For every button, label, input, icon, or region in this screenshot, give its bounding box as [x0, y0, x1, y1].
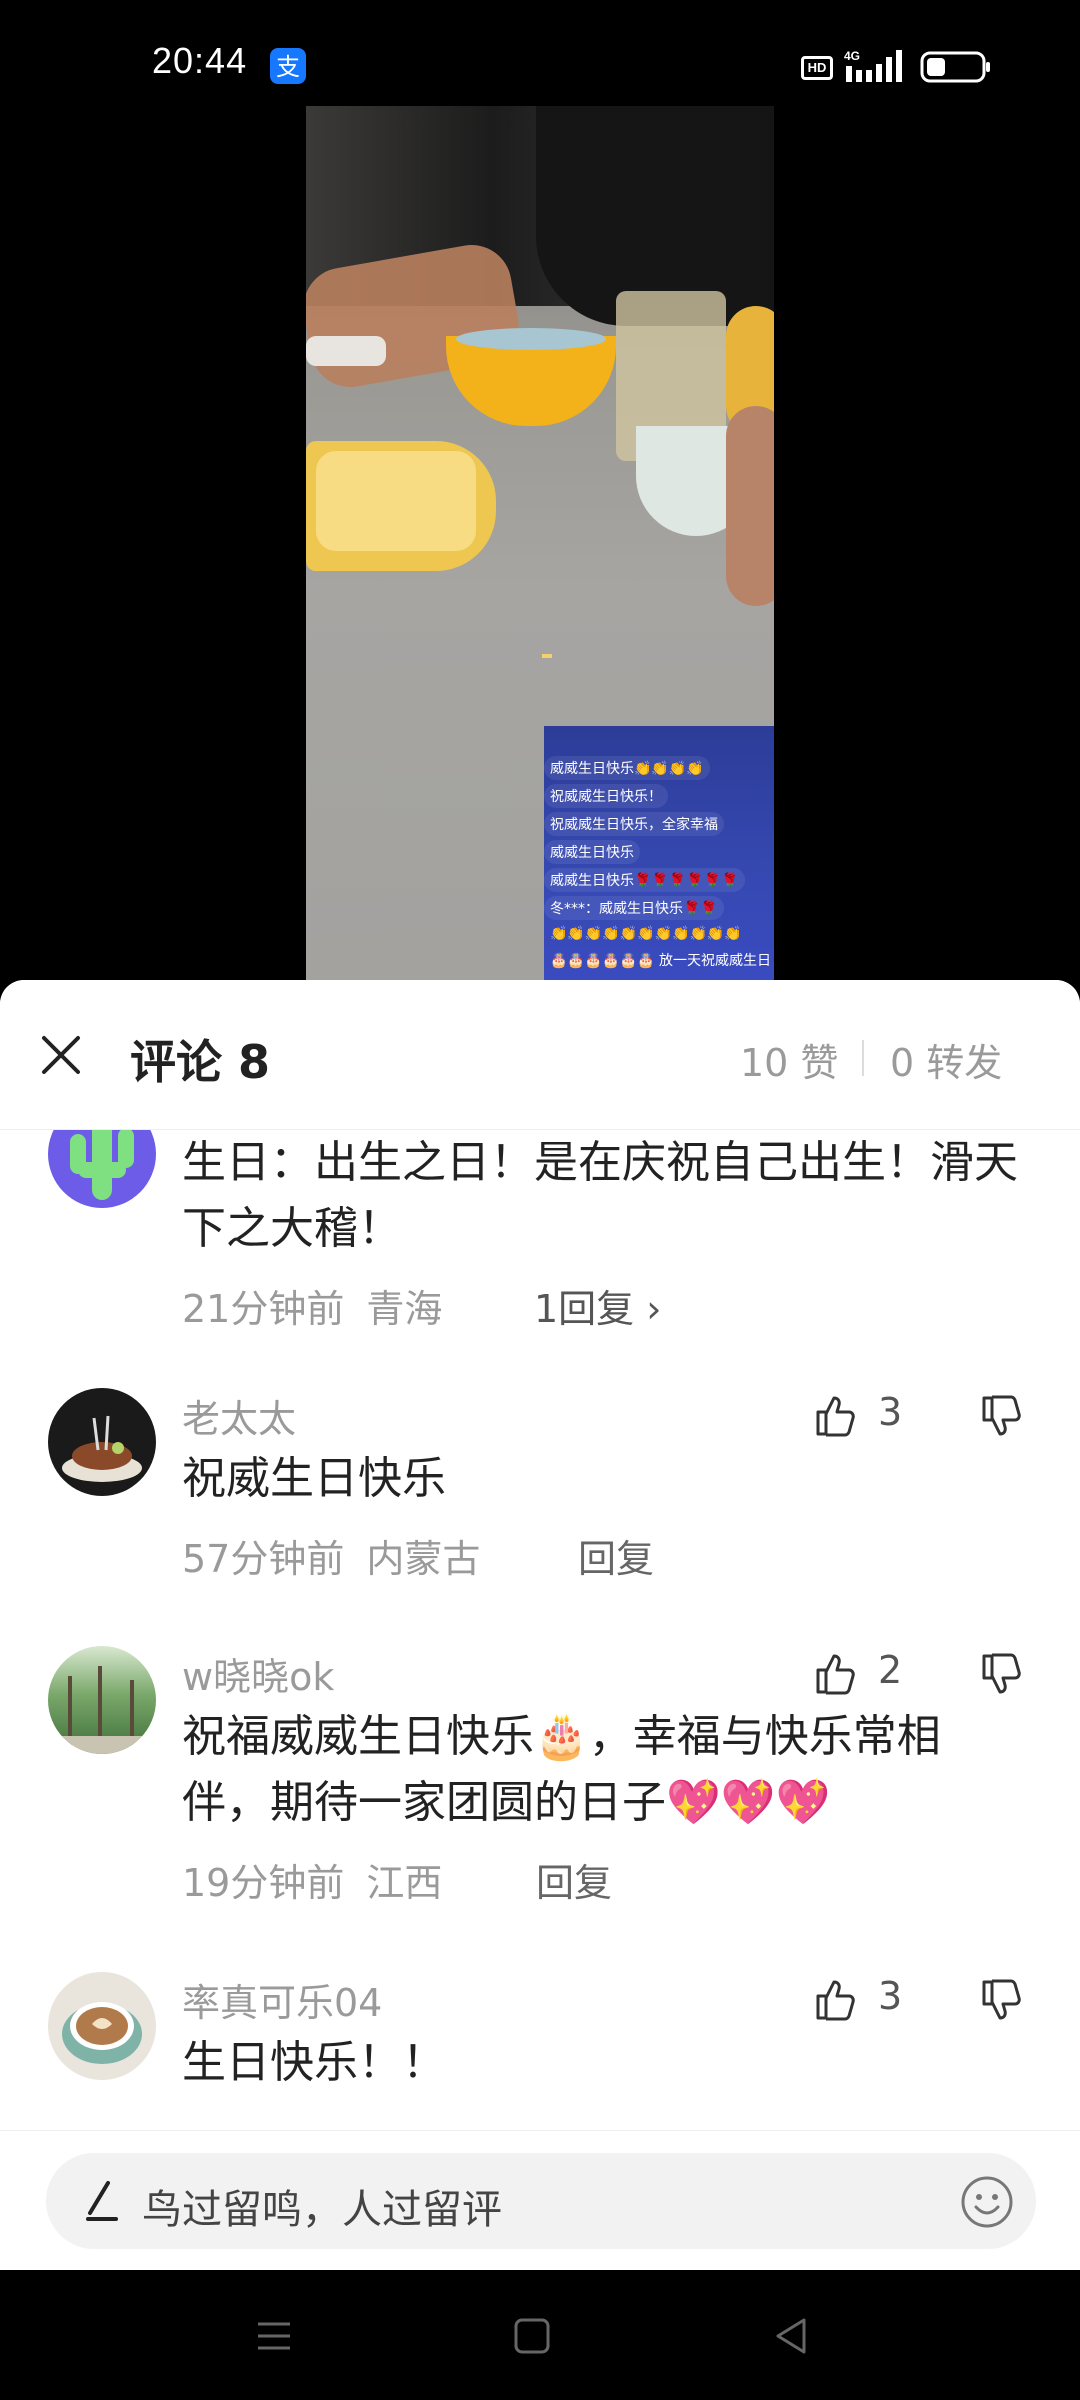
comment-meta: 57分钟前 内蒙古 — [182, 1528, 480, 1583]
hd-icon: HD — [801, 56, 833, 80]
like-button[interactable]: 3 — [812, 1972, 932, 2028]
network-label: 4G — [844, 49, 860, 63]
status-bar: 20:44 支 HD 4G — [0, 0, 1080, 106]
video-scene-shape — [542, 654, 552, 658]
video-scene-shape — [726, 406, 774, 606]
comment-item: 生日：出生之日！是在庆祝自己出生！滑天下之大稽！ 21分钟前 青海 1回复 › — [0, 1130, 1080, 1360]
home-icon[interactable] — [510, 2314, 554, 2358]
dislike-button[interactable] — [978, 1388, 1026, 1444]
avatar[interactable] — [48, 1130, 156, 1208]
comments-header: 评论 8 10 赞 0 转发 — [0, 980, 1080, 1130]
like-button[interactable]: 2 — [812, 1646, 932, 1702]
comment-item: 老太太 3 祝威生日快乐 57分钟前 内蒙古 回复 — [0, 1388, 1080, 1648]
likes-count[interactable]: 10 赞 — [740, 1032, 838, 1087]
danmaku-line: 威威生日快乐 — [544, 840, 640, 864]
comment-item: w晓晓ok 2 祝福威威生日快乐🎂，幸福与快乐常相伴，期待一家团圆的日子💖💖💖 … — [0, 1646, 1080, 1966]
comment-list[interactable]: 生日：出生之日！是在庆祝自己出生！滑天下之大稽！ 21分钟前 青海 1回复 › 老… — [0, 1130, 1080, 2110]
comment-input-placeholder: 鸟过留鸣，人过留评 — [142, 2187, 502, 2233]
dislike-button[interactable] — [978, 1646, 1026, 1702]
comment-input-bar: 鸟过留鸣，人过留评 — [0, 2130, 1080, 2270]
comments-sheet: 评论 8 10 赞 0 转发 生日：出生之日！是在庆祝自己出生！滑天下之大稽！ … — [0, 980, 1080, 2270]
status-time: 20:44 — [152, 40, 248, 81]
thumbs-up-icon — [816, 1980, 855, 2021]
comment-text: 生日：出生之日！是在庆祝自己出生！滑天下之大稽！ — [182, 1137, 1018, 1254]
avatar[interactable] — [48, 1972, 156, 2080]
danmaku-line: 👏👏👏👏👏👏👏👏👏👏👏 — [550, 926, 742, 942]
close-icon[interactable] — [36, 1030, 86, 1080]
menu-icon[interactable] — [252, 2314, 296, 2358]
comment-meta: 21分钟前 青海 — [182, 1278, 442, 1333]
comment-input[interactable]: 鸟过留鸣，人过留评 — [46, 2153, 1036, 2249]
comment-text: 祝威生日快乐 — [182, 1453, 446, 1504]
back-icon[interactable] — [770, 2314, 814, 2358]
like-count: 2 — [878, 1648, 903, 1692]
comment-username[interactable]: w晓晓ok — [182, 1646, 334, 1701]
emoji-icon[interactable] — [960, 2175, 1014, 2229]
thumbs-down-icon — [982, 1653, 1021, 1694]
comment-region: 内蒙古 — [366, 1537, 481, 1581]
comments-title: 评论 8 — [130, 1035, 271, 1089]
comment-text: 生日快乐！！ — [182, 2037, 446, 2088]
danmaku-line: 威威生日快乐🌹🌹🌹🌹🌹🌹 — [544, 868, 745, 892]
danmaku-overlay: 威威生日快乐👏👏👏👏 祝威威生日快乐！ 祝威威生日快乐，全家幸福 威威生日快乐 … — [544, 726, 774, 980]
like-count: 3 — [878, 1390, 903, 1434]
comment-region: 青海 — [366, 1287, 443, 1331]
shares-count[interactable]: 0 转发 — [890, 1032, 1002, 1087]
header-divider — [862, 1040, 864, 1076]
pen-icon — [86, 2181, 118, 2221]
thumbs-up-icon — [816, 1396, 855, 1437]
like-button[interactable]: 3 — [812, 1388, 932, 1444]
danmaku-line: 🎂🎂🎂🎂🎂🎂 放一天祝威威生日 — [550, 953, 772, 969]
reply-button[interactable]: 1回复 › — [534, 1278, 661, 1333]
video-scene-shape — [306, 336, 386, 366]
video-player[interactable]: 威威生日快乐👏👏👏👏 祝威威生日快乐！ 祝威威生日快乐，全家幸福 威威生日快乐 … — [306, 106, 774, 980]
dislike-button[interactable] — [978, 1972, 1026, 2028]
comment-username[interactable]: 老太太 — [182, 1388, 296, 1443]
video-scene-shape — [316, 451, 476, 551]
thumbs-down-icon — [982, 1395, 1021, 1436]
battery-icon — [920, 51, 990, 83]
thumbs-up-icon — [816, 1654, 855, 1695]
comment-meta: 19分钟前 江西 — [182, 1852, 442, 1907]
danmaku-line: 威威生日快乐👏👏👏👏 — [544, 756, 710, 780]
svg-text:支: 支 — [276, 53, 300, 81]
like-count: 3 — [878, 1974, 903, 2018]
comment-text: 祝福威威生日快乐🎂，幸福与快乐常相伴，期待一家团圆的日子💖💖💖 — [182, 1711, 941, 1828]
reply-button[interactable]: 回复 — [578, 1528, 654, 1583]
comment-username[interactable]: 率真可乐04 — [182, 1972, 382, 2027]
reply-button[interactable]: 回复 — [536, 1852, 612, 1907]
comment-time: 21分钟前 — [182, 1287, 345, 1331]
danmaku-line: 祝威威生日快乐，全家幸福 — [544, 812, 724, 836]
danmaku-line: 冬***：威威生日快乐🌹🌹 — [544, 896, 724, 920]
avatar[interactable] — [48, 1646, 156, 1754]
comment-item: 率真可乐04 3 生日快乐！！ — [0, 1972, 1080, 2110]
comment-region: 江西 — [366, 1861, 443, 1905]
danmaku-line: 祝威威生日快乐！ — [544, 784, 668, 808]
video-scene-shape — [456, 328, 606, 350]
system-nav-bar — [0, 2270, 1080, 2400]
comment-time: 57分钟前 — [182, 1537, 345, 1581]
avatar[interactable] — [48, 1388, 156, 1496]
alipay-icon: 支 — [270, 48, 306, 84]
thumbs-down-icon — [982, 1979, 1021, 2020]
comment-time: 19分钟前 — [182, 1861, 345, 1905]
signal-4g-icon: 4G — [844, 49, 902, 82]
